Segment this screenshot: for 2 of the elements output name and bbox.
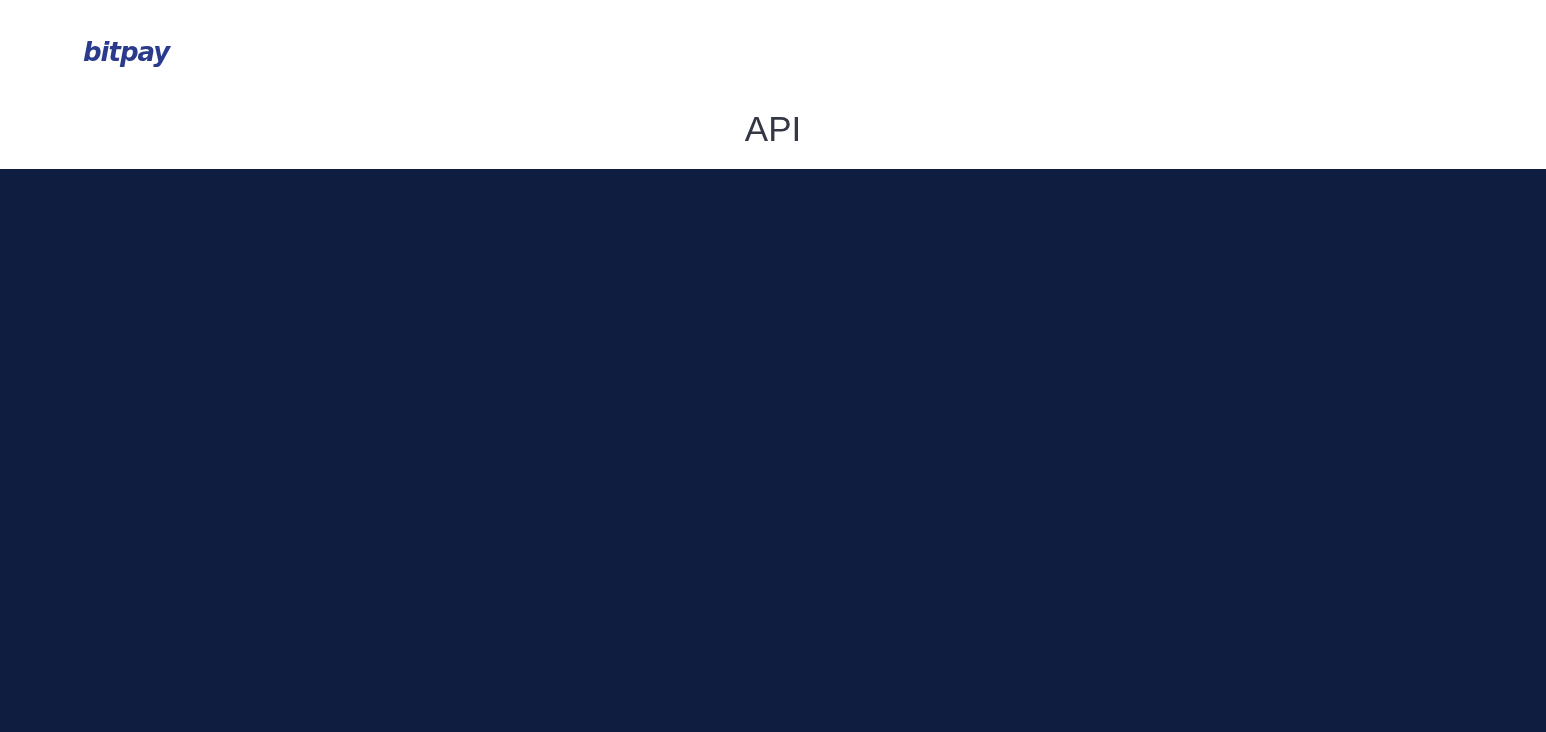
- logo[interactable]: bitpay: [83, 36, 170, 68]
- page-title: API: [744, 109, 802, 149]
